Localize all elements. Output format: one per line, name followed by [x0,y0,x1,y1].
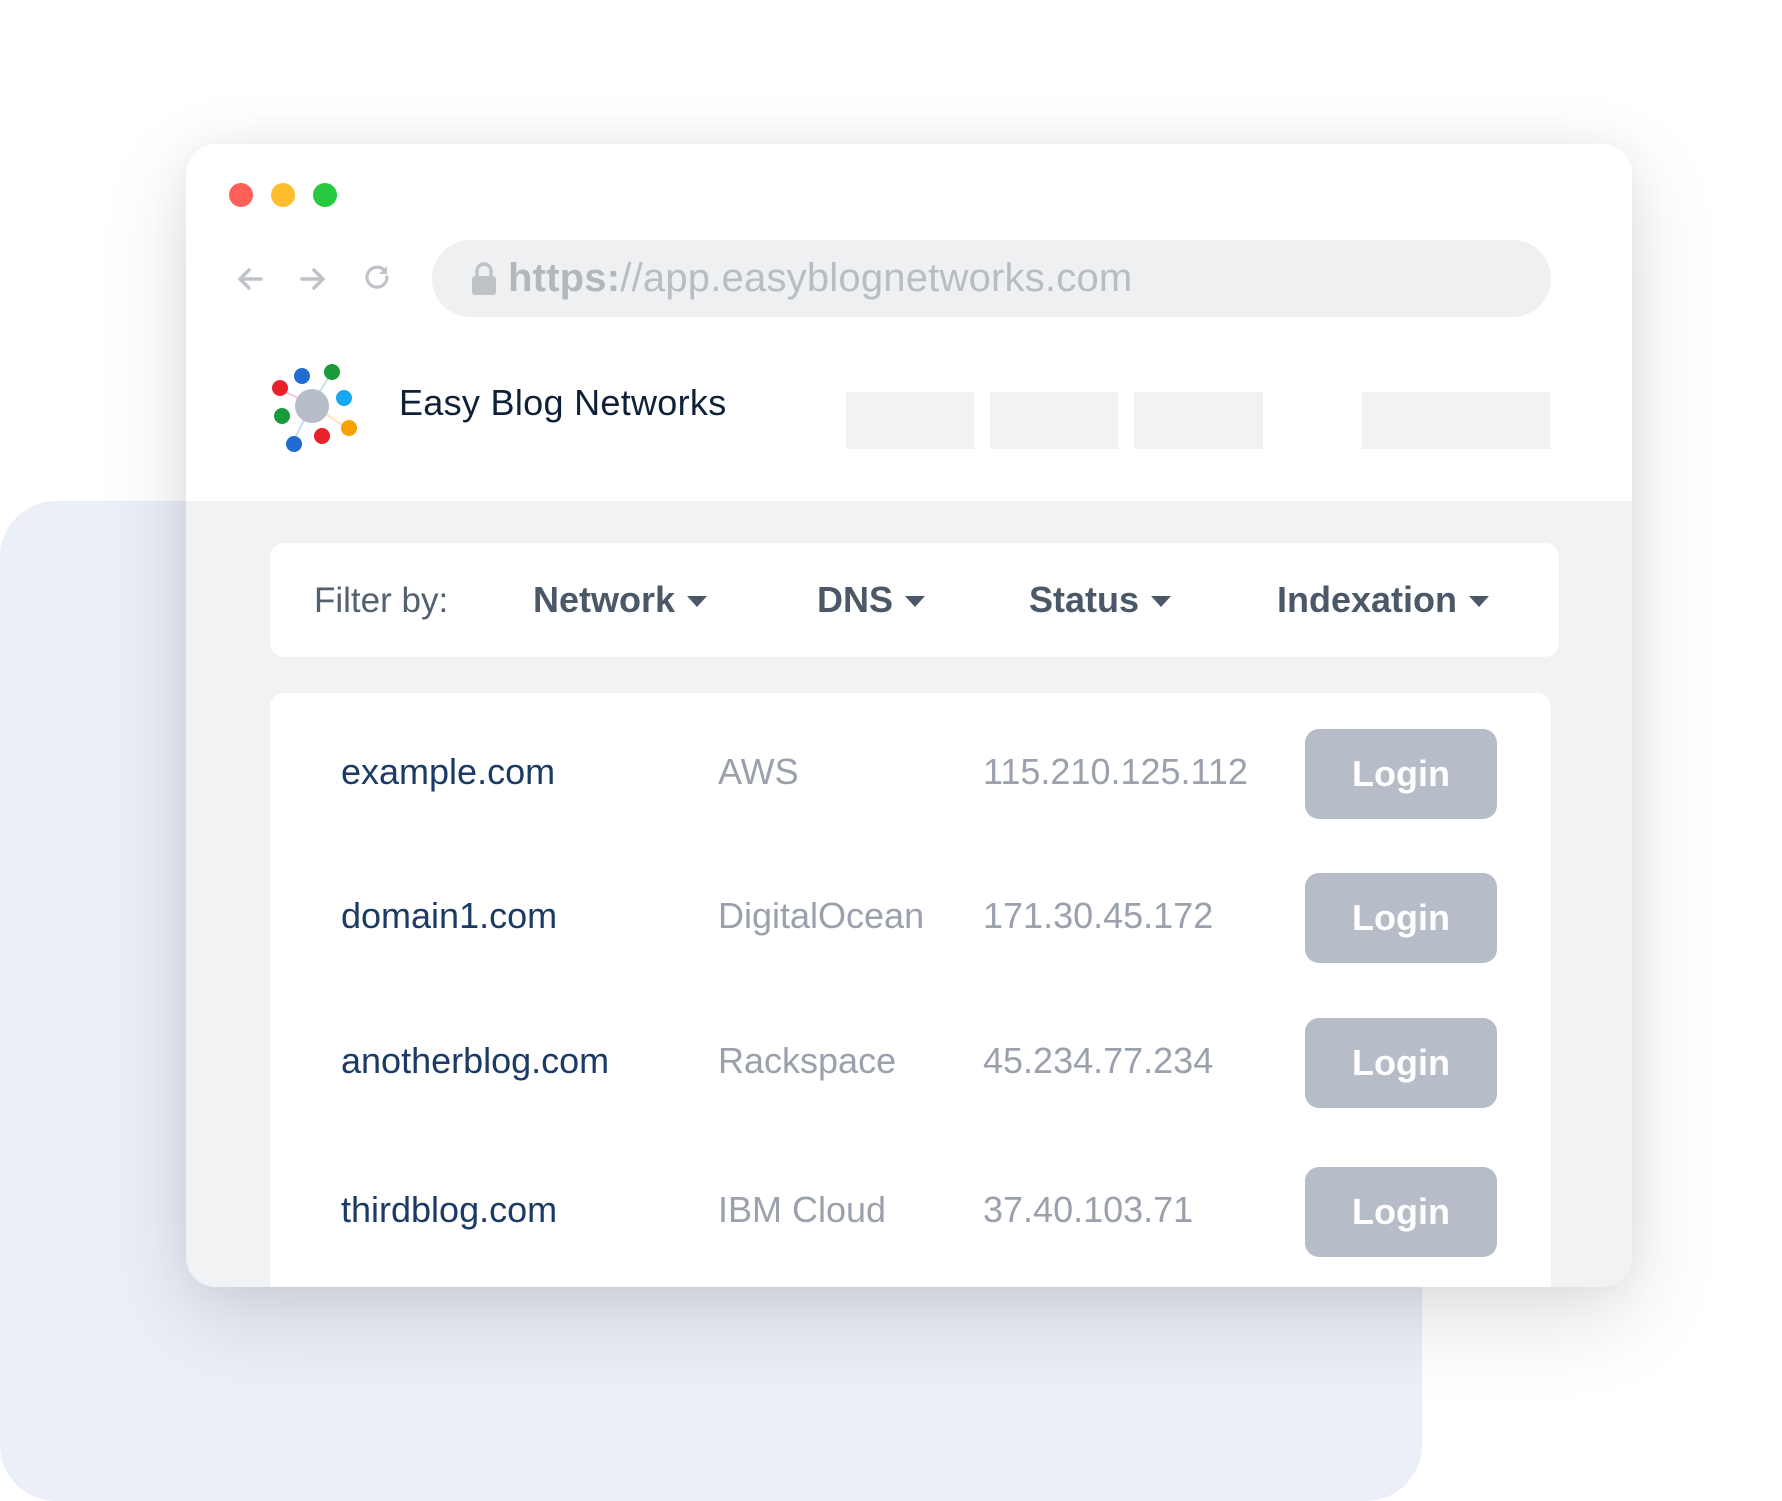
lock-icon [472,261,496,295]
nav-placeholder[interactable] [846,392,974,449]
caret-down-icon [1469,595,1490,607]
brand-name: Easy Blog Networks [399,382,727,423]
filter-status-dropdown[interactable]: Status [1029,579,1172,621]
address-bar[interactable]: https://app.easyblognetworks.com [432,240,1551,317]
filter-status-label: Status [1029,579,1140,620]
browser-chrome: https://app.easyblognetworks.com Easy Bl… [186,144,1632,501]
close-window-button[interactable] [229,183,253,207]
network-logo-icon [272,364,357,452]
site-ip: 45.234.77.234 [983,1040,1214,1081]
filter-label: Filter by: [314,581,449,620]
caret-down-icon [687,595,708,607]
table-row: thirdblog.com IBM Cloud 37.40.103.71 Log… [270,1167,1551,1257]
site-domain[interactable]: domain1.com [341,895,557,937]
filter-bar: Filter by: Network DNS Status Indexation [270,543,1559,657]
site-domain[interactable]: example.com [341,751,555,793]
filter-network-dropdown[interactable]: Network [533,579,708,621]
sites-table: example.com AWS 115.210.125.112 Login do… [270,693,1551,1287]
caret-down-icon [1151,595,1172,607]
table-row: example.com AWS 115.210.125.112 Login [270,729,1551,819]
browser-window: https://app.easyblognetworks.com Easy Bl… [186,144,1632,1287]
login-button[interactable]: Login [1305,1018,1497,1108]
arrow-right-icon[interactable] [294,261,330,297]
site-host: Rackspace [718,1040,897,1081]
site-host: IBM Cloud [718,1189,887,1230]
login-button[interactable]: Login [1305,729,1497,819]
table-row: domain1.com DigitalOcean 171.30.45.172 L… [270,873,1551,963]
filter-indexation-dropdown[interactable]: Indexation [1277,579,1490,621]
filter-dns-dropdown[interactable]: DNS [817,579,926,621]
reload-icon[interactable] [360,261,396,297]
minimize-window-button[interactable] [271,183,295,207]
site-host: DigitalOcean [718,895,925,936]
site-domain[interactable]: thirdblog.com [341,1189,557,1231]
nav-placeholder[interactable] [1134,392,1263,449]
account-placeholder[interactable] [1362,392,1550,449]
maximize-window-button[interactable] [313,183,337,207]
filter-network-label: Network [533,579,676,620]
site-domain[interactable]: anotherblog.com [341,1040,609,1082]
arrow-left-icon[interactable] [233,261,269,297]
nav-placeholder[interactable] [990,392,1118,449]
filter-dns-label: DNS [817,579,894,620]
url-scheme: https: [508,256,621,300]
site-ip: 37.40.103.71 [983,1189,1194,1230]
filter-indexation-label: Indexation [1277,579,1458,620]
login-button[interactable]: Login [1305,1167,1497,1257]
url-text: https://app.easyblognetworks.com [508,256,1132,301]
table-row: anotherblog.com Rackspace 45.234.77.234 … [270,1018,1551,1108]
caret-down-icon [905,595,926,607]
site-ip: 171.30.45.172 [983,895,1214,936]
site-host: AWS [718,751,799,792]
login-button[interactable]: Login [1305,873,1497,963]
site-ip: 115.210.125.112 [983,751,1248,792]
url-path: //app.easyblognetworks.com [620,256,1133,300]
